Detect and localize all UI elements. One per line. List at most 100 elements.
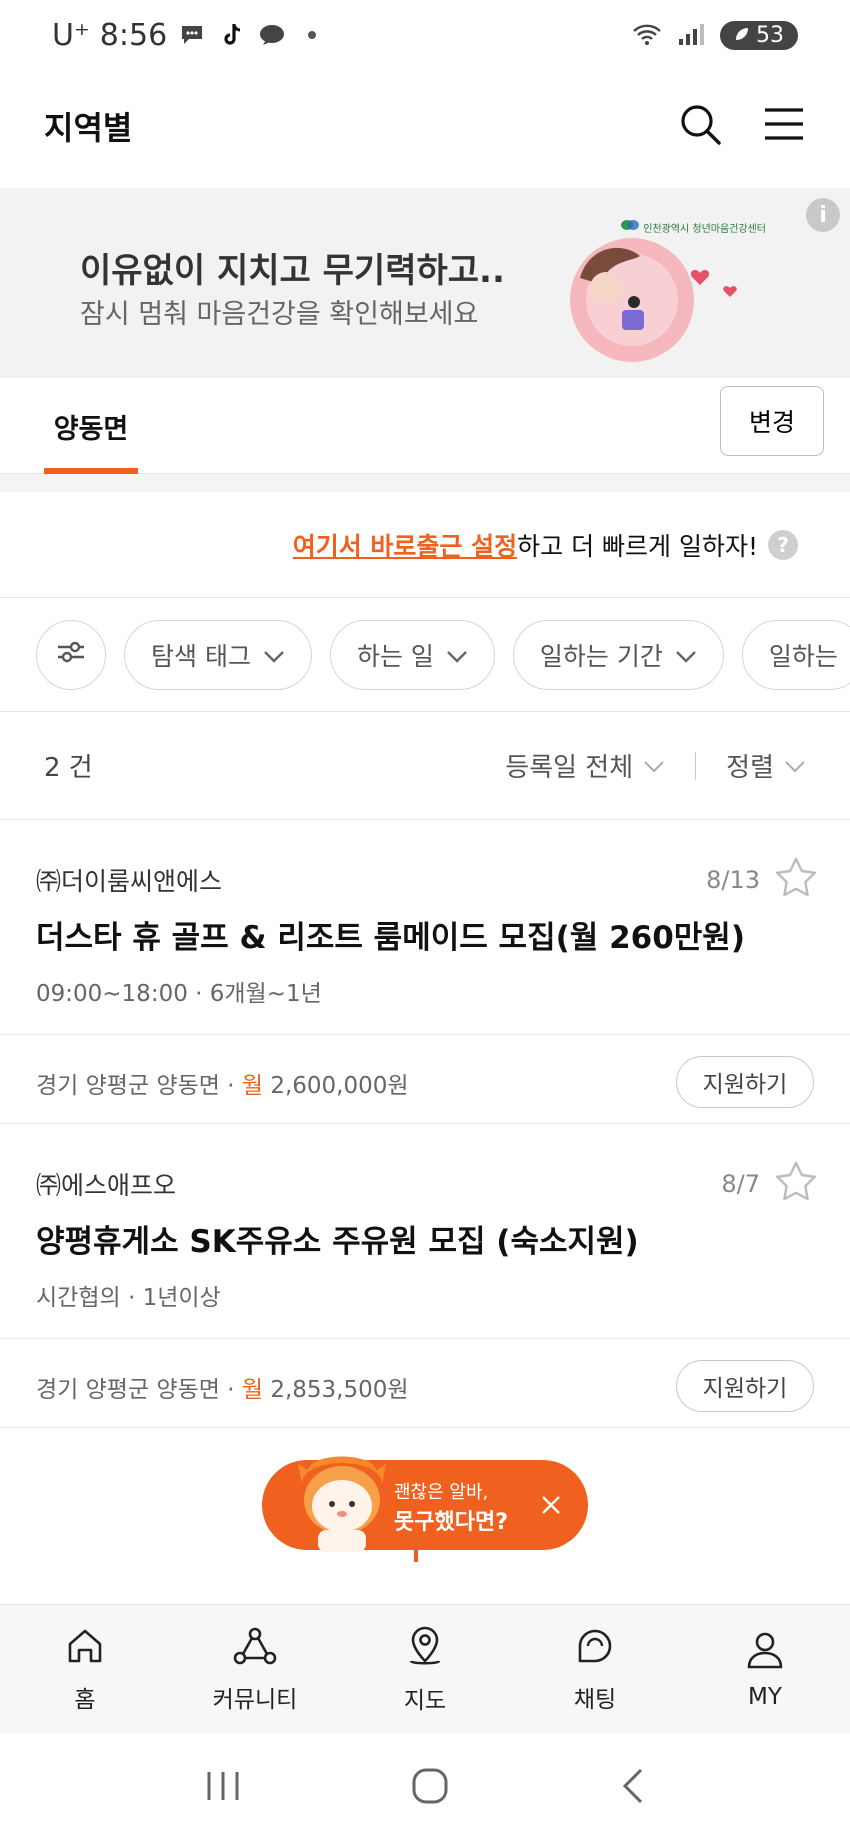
commute-setting-row: 여기서 바로출근 설정 하고 더 빠르게 일하자! ? — [0, 492, 850, 598]
chevron-down-icon — [675, 641, 697, 670]
home-icon — [65, 1626, 105, 1672]
nav-map[interactable]: 지도 — [340, 1605, 510, 1734]
nav-label: 홈 — [74, 1686, 96, 1713]
sort-label: 정렬 — [726, 753, 774, 783]
filter-chip-work-days[interactable]: 일하는 — [741, 620, 850, 690]
posted-date: 8/13 — [706, 866, 760, 894]
tiktok-notification-icon — [217, 20, 247, 50]
tab-region[interactable]: 양동면 — [44, 378, 138, 474]
bottom-navigation: 홈 커뮤니티 지도 채팅 MY — [0, 1604, 850, 1734]
promo-tail — [414, 1548, 418, 1562]
wage-type: 월 — [241, 1073, 264, 1099]
apply-button[interactable]: 지원하기 — [676, 1056, 814, 1108]
close-icon[interactable] — [534, 1488, 568, 1522]
date-filter-dropdown[interactable]: 등록일 전체 — [505, 747, 665, 784]
wage-amount: 2,853,500원 — [263, 1377, 409, 1403]
job-location: 경기 양평군 양동면 · — [36, 1073, 242, 1099]
date-filter-label: 등록일 전체 — [505, 753, 634, 783]
results-header: 2 건 등록일 전체 정렬 — [0, 712, 850, 820]
signal-icon — [676, 20, 706, 50]
job-title: 양평휴게소 SK주유소 주유원 모집 (숙소지원) — [36, 1224, 639, 1260]
chevron-down-icon — [643, 751, 665, 781]
filter-chip-label: 탐색 태그 — [151, 642, 251, 671]
community-icon — [233, 1626, 277, 1672]
nav-my[interactable]: MY — [680, 1605, 850, 1734]
filter-settings-button[interactable] — [36, 620, 106, 690]
sponsor-logo-icon — [620, 220, 643, 235]
company-name: ㈜에스애프오 — [36, 1171, 177, 1200]
commute-setting-text: 하고 더 빠르게 일하자! — [517, 531, 758, 561]
user-icon — [745, 1630, 785, 1676]
nav-label: MY — [748, 1683, 782, 1710]
job-list-item[interactable]: ㈜더이룸씨앤에스 8/13 더스타 휴 골프 & 리조트 룸메이드 모집(월 2… — [0, 820, 850, 1124]
battery-level: 53 — [756, 22, 784, 48]
banner-sponsor: 인천광역시 청년마음건강센터 — [620, 218, 766, 235]
filter-chip-label: 일하는 기간 — [539, 642, 663, 671]
nav-community[interactable]: 커뮤니티 — [170, 1605, 340, 1734]
job-schedule: 09:00~18:00 · 6개월~1년 — [36, 981, 322, 1007]
sort-dropdown[interactable]: 정렬 — [726, 747, 806, 784]
posted-date: 8/7 — [721, 1170, 760, 1198]
banner-headline: 이유없이 지치고 무기력하고.. — [80, 251, 505, 291]
company-name: ㈜더이룸씨앤에스 — [36, 867, 223, 896]
change-region-button[interactable]: 변경 — [720, 386, 824, 456]
section-divider — [0, 474, 850, 492]
nav-chat[interactable]: 채팅 — [510, 1605, 680, 1734]
clock: 8:56 — [99, 17, 168, 53]
sliders-icon — [56, 639, 86, 671]
job-schedule: 시간협의 · 1년이상 — [36, 1285, 221, 1311]
more-notifications-dot-icon — [297, 20, 327, 50]
divider — [0, 1034, 850, 1035]
filter-chip-search-tag[interactable]: 탐색 태그 — [124, 620, 312, 690]
filter-chip-work-period[interactable]: 일하는 기간 — [512, 620, 724, 690]
menu-icon[interactable] — [762, 104, 806, 148]
message-notification-icon — [177, 20, 207, 50]
map-pin-icon — [405, 1625, 445, 1673]
divider — [695, 751, 697, 780]
back-icon[interactable] — [617, 1766, 647, 1810]
banner-subtext: 잠시 멈춰 마음건강을 확인해보세요 — [80, 299, 479, 330]
nav-home[interactable]: 홈 — [0, 1605, 170, 1734]
banner-illustration — [540, 228, 760, 372]
result-count: 2 건 — [44, 753, 93, 783]
sponsor-name: 인천광역시 청년마음건강센터 — [643, 224, 766, 235]
page-title: 지역별 — [44, 109, 133, 147]
region-tab-bar: 양동면 변경 — [0, 378, 850, 474]
chat-icon — [574, 1626, 616, 1672]
nav-label: 채팅 — [573, 1686, 617, 1713]
carrier-label: U⁺ — [52, 17, 90, 53]
job-location-wage: 경기 양평군 양동면 · 월 2,853,500원 — [36, 1370, 409, 1404]
chevron-down-icon — [784, 751, 806, 781]
ad-banner[interactable]: 이유없이 지치고 무기력하고.. 잠시 멈춰 마음건강을 확인해보세요 i 인천… — [0, 188, 850, 378]
leaf-icon — [734, 23, 750, 48]
apply-button[interactable]: 지원하기 — [676, 1360, 814, 1412]
job-location: 경기 양평군 양동면 · — [36, 1377, 242, 1403]
job-location-wage: 경기 양평군 양동면 · 월 2,600,000원 — [36, 1066, 409, 1100]
star-icon[interactable] — [774, 856, 818, 904]
help-icon[interactable]: ? — [768, 529, 798, 560]
star-icon[interactable] — [774, 1160, 818, 1208]
system-navigation-bar — [0, 1734, 850, 1841]
status-bar: U⁺ 8:56 53 — [0, 0, 850, 70]
promo-text-line1: 괜찮은 알바, — [394, 1482, 489, 1503]
battery-indicator: 53 — [720, 20, 798, 50]
job-list-item[interactable]: ㈜에스애프오 8/7 양평휴게소 SK주유소 주유원 모집 (숙소지원) 시간협… — [0, 1124, 850, 1428]
home-button-icon[interactable] — [410, 1766, 450, 1810]
wage-type: 월 — [241, 1377, 264, 1403]
filter-bar: 탐색 태그 하는 일 일하는 기간 일하는 — [0, 598, 850, 712]
chevron-down-icon — [263, 641, 285, 670]
job-title: 더스타 휴 골프 & 리조트 룸메이드 모집(월 260만원) — [36, 920, 745, 956]
filter-chip-label: 일하는 — [768, 642, 838, 671]
wage-amount: 2,600,000원 — [263, 1073, 409, 1099]
promo-text-line2: 못구했다면? — [394, 1510, 508, 1535]
chat-bubble-notification-icon — [257, 20, 287, 50]
info-icon[interactable]: i — [806, 198, 840, 232]
filter-chip-job-type[interactable]: 하는 일 — [329, 620, 495, 690]
filter-chip-label: 하는 일 — [356, 642, 434, 671]
app-header: 지역별 — [0, 86, 850, 166]
commute-setting-link[interactable]: 여기서 바로출근 설정 — [293, 527, 517, 563]
search-icon[interactable] — [678, 102, 722, 150]
nav-label: 지도 — [403, 1687, 447, 1714]
recent-apps-icon[interactable] — [203, 1768, 243, 1808]
divider — [0, 1338, 850, 1339]
